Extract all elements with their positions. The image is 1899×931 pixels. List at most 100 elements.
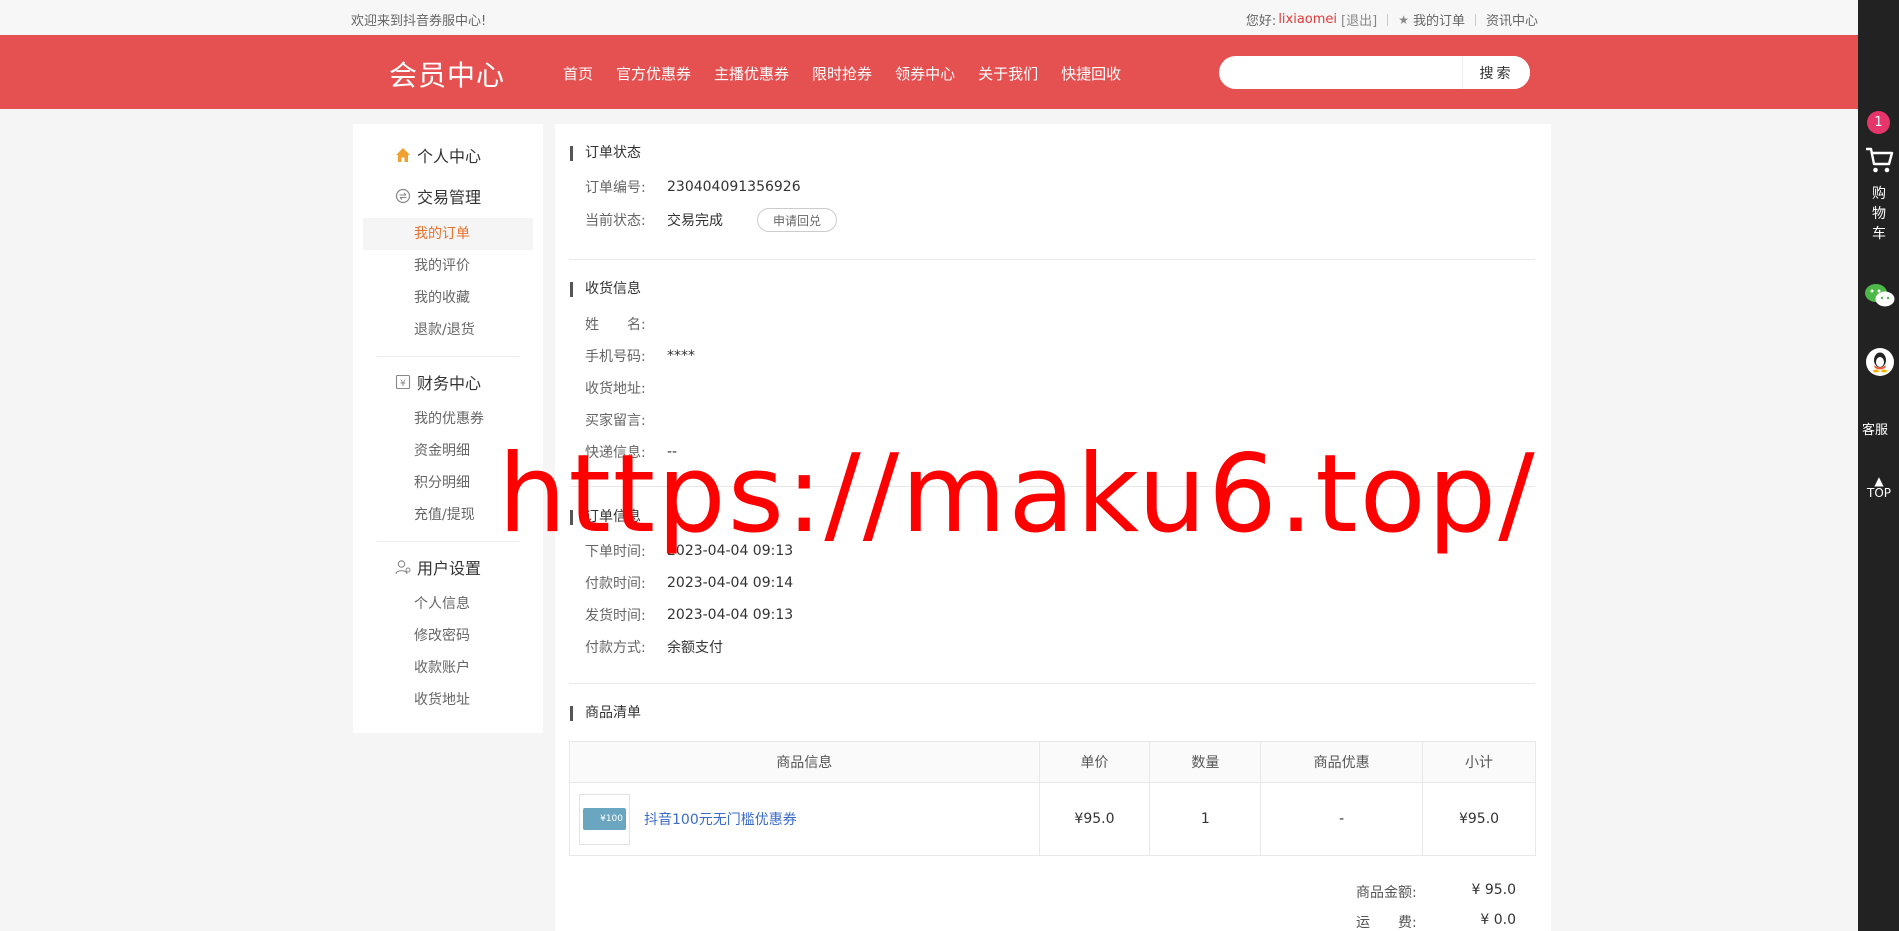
- phone-number: ****: [667, 348, 695, 364]
- refund-button[interactable]: 申请回兑: [757, 208, 838, 232]
- star-icon: ★: [1398, 12, 1409, 27]
- sidebar-head-label: 用户设置: [417, 559, 482, 578]
- nav-about[interactable]: 关于我们: [978, 63, 1038, 84]
- table-row: ¥100 抖音100元无门槛优惠券 ¥95.0 1 - ¥95.0: [569, 782, 1536, 856]
- sidebar-item-password[interactable]: 修改密码: [353, 620, 543, 652]
- nav-coupon-center[interactable]: 领券中心: [895, 63, 955, 84]
- order-time: 2023-04-04 09:13: [667, 543, 794, 559]
- column-header: 商品信息: [569, 741, 1040, 783]
- order-detail-panel: 订单状态 订单编号: 230404091356926 当前状态: 交易完成 申请…: [555, 124, 1551, 931]
- goods-amount: ¥ 95.0: [1471, 882, 1516, 898]
- search-box: 搜索: [1219, 56, 1530, 89]
- field-label: 付款方式:: [585, 640, 646, 656]
- cart-count-badge: 1: [1867, 111, 1890, 134]
- column-header: 商品优惠: [1260, 741, 1424, 783]
- field-label: 收货地址:: [585, 381, 646, 397]
- nav-recycle[interactable]: 快捷回收: [1061, 63, 1121, 84]
- column-header: 数量: [1149, 741, 1262, 783]
- section-title-shipping: 收货信息: [570, 282, 641, 297]
- customer-service-button[interactable]: 客服: [1862, 419, 1888, 438]
- goods-info-cell: ¥100 抖音100元无门槛优惠券: [569, 782, 1040, 856]
- goods-name-link[interactable]: 抖音100元无门槛优惠券: [644, 809, 797, 829]
- express-info: --: [667, 444, 678, 460]
- top-label: TOP: [1866, 486, 1891, 500]
- unit-price: ¥95.0: [1038, 782, 1151, 856]
- wechat-icon[interactable]: [1864, 282, 1896, 314]
- sidebar-item-fund-details[interactable]: 资金明细: [353, 435, 543, 467]
- sidebar-head-label: 个人中心: [417, 147, 482, 166]
- logout-link[interactable]: [退出]: [1341, 10, 1377, 29]
- sidebar-group-personal: 个人中心: [353, 140, 543, 170]
- divider: [377, 541, 519, 542]
- goods-amount-row: 商品金额: ¥ 95.0: [1356, 882, 1516, 902]
- sidebar-item-recharge[interactable]: 充值/提现: [353, 499, 543, 531]
- field-label: 订单编号:: [585, 180, 646, 196]
- field-label: 手机号码:: [585, 349, 646, 365]
- user-icon: [395, 559, 411, 575]
- sidebar-head-personal[interactable]: 个人中心: [395, 140, 543, 170]
- news-center-link[interactable]: 资讯中心: [1486, 10, 1538, 29]
- sidebar-item-refunds[interactable]: 退款/退货: [353, 314, 543, 346]
- subtotal: ¥95.0: [1422, 782, 1536, 856]
- header: 会员中心 首页 官方优惠券 主播优惠券 限时抢券 领券中心 关于我们 快捷回收 …: [0, 35, 1858, 109]
- sidebar-item-my-reviews[interactable]: 我的评价: [353, 250, 543, 282]
- column-header: 小计: [1422, 741, 1536, 783]
- divider: [569, 683, 1535, 684]
- nav-home[interactable]: 首页: [563, 63, 593, 84]
- field-label: 付款时间:: [585, 576, 646, 592]
- field-label: 发货时间:: [585, 608, 646, 624]
- sidebar-item-my-orders[interactable]: 我的订单: [363, 218, 533, 250]
- table-header-row: 商品信息 单价 数量 商品优惠 小计: [569, 741, 1536, 783]
- coupon-image-value: ¥100: [600, 814, 623, 824]
- sidebar: 个人中心 交易管理 我的订单 我的评价 我的收藏 退款/退货 ¥ 财务中心 我的…: [353, 124, 543, 733]
- sidebar-item-payee-account[interactable]: 收款账户: [353, 652, 543, 684]
- sidebar-head-settings[interactable]: 用户设置: [395, 552, 543, 582]
- back-to-top-button[interactable]: ▲ TOP: [1864, 475, 1894, 499]
- hello-text: 您好:: [1245, 14, 1277, 29]
- quantity: 1: [1149, 782, 1262, 856]
- svg-text:¥: ¥: [400, 379, 406, 389]
- nav-streamer-coupons[interactable]: 主播优惠券: [714, 63, 789, 84]
- right-toolbar: 1 购物车 客服 ▲ TOP: [1858, 0, 1899, 931]
- home-icon: [395, 147, 411, 163]
- goods-table: 商品信息 单价 数量 商品优惠 小计 ¥100 抖音100元无门槛优惠券 ¥95…: [569, 741, 1536, 856]
- qq-icon[interactable]: [1866, 348, 1894, 376]
- sidebar-item-my-favorites[interactable]: 我的收藏: [353, 282, 543, 314]
- sidebar-item-points[interactable]: 积分明细: [353, 467, 543, 499]
- field-label: 下单时间:: [585, 544, 646, 560]
- nav-official-coupons[interactable]: 官方优惠券: [616, 63, 691, 84]
- goods-thumbnail[interactable]: ¥100: [579, 793, 630, 845]
- sidebar-group-finance: ¥ 财务中心: [353, 367, 543, 397]
- username-link[interactable]: lixiaomei: [1278, 12, 1337, 27]
- search-input[interactable]: [1219, 56, 1462, 89]
- sidebar-item-my-coupons[interactable]: 我的优惠券: [353, 403, 543, 435]
- sidebar-head-trade[interactable]: 交易管理: [395, 181, 543, 211]
- my-orders-link[interactable]: 我的订单: [1413, 10, 1465, 29]
- goods-info: ¥100 抖音100元无门槛优惠券: [570, 793, 1039, 845]
- field-label: 快递信息:: [585, 445, 646, 461]
- divider: [377, 356, 519, 357]
- field-label: 运 费:: [1356, 915, 1417, 931]
- nav-flash-sale[interactable]: 限时抢券: [812, 63, 872, 84]
- logo[interactable]: 会员中心: [389, 54, 505, 94]
- search-button[interactable]: 搜索: [1462, 56, 1530, 89]
- sidebar-item-address[interactable]: 收货地址: [353, 684, 543, 716]
- order-time-row: 下单时间: 2023-04-04 09:13: [585, 541, 793, 561]
- cart-label[interactable]: 购物车: [1871, 184, 1887, 244]
- welcome-text: 欢迎来到抖音券服中心!: [351, 14, 487, 29]
- section-title-order-status: 订单状态: [570, 146, 641, 161]
- column-header: 单价: [1038, 741, 1151, 783]
- sidebar-item-profile[interactable]: 个人信息: [353, 588, 543, 620]
- ship-time-row: 发货时间: 2023-04-04 09:13: [585, 605, 793, 625]
- divider: [1474, 13, 1476, 26]
- order-status-row: 当前状态: 交易完成 申请回兑: [585, 208, 838, 232]
- express-row: 快递信息: --: [585, 442, 677, 462]
- section-title-goods: 商品清单: [570, 706, 641, 721]
- status-badge: 交易完成: [667, 213, 723, 229]
- cart-icon[interactable]: [1864, 145, 1894, 179]
- finance-icon: ¥: [395, 374, 411, 390]
- top-bar: 欢迎来到抖音券服中心! 您好: lixiaomei [退出] ★ 我的订单 资讯…: [0, 0, 1858, 35]
- sidebar-head-finance[interactable]: ¥ 财务中心: [395, 367, 543, 397]
- discount: -: [1260, 782, 1424, 856]
- order-no-row: 订单编号: 230404091356926: [585, 177, 801, 197]
